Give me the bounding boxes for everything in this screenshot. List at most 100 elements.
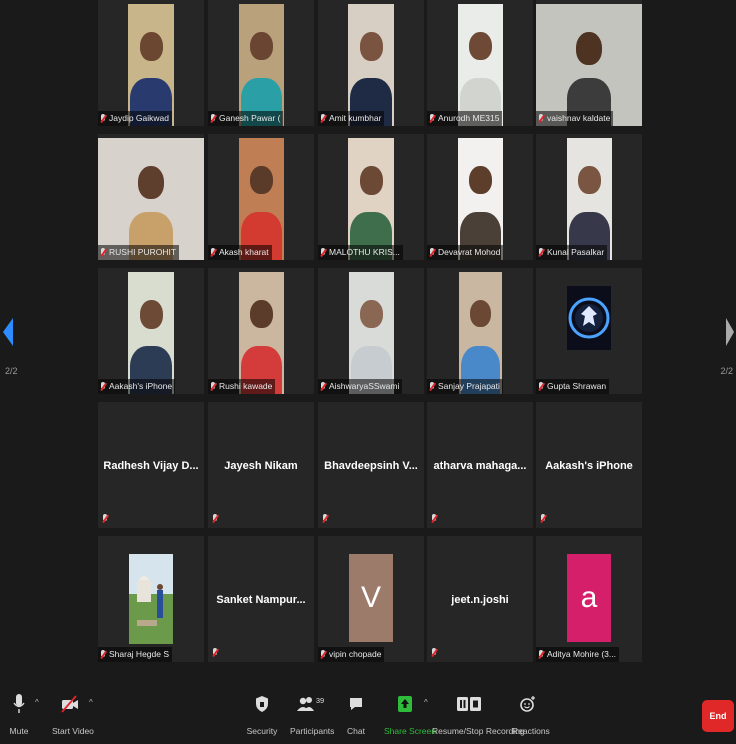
participant-tile[interactable]: Devavrat Mohod [427,134,533,260]
participant-tile[interactable]: a Aditya Mohire (3... [536,536,642,662]
participant-video [98,138,204,260]
muted-microphone-icon [212,648,218,658]
participant-tile[interactable]: Sanket Nampur... [208,536,314,662]
participant-tile[interactable]: Sharaj Hegde S [98,536,204,662]
participant-display-name: Jayesh Nikam [224,460,298,472]
participant-face [359,166,383,195]
muted-microphone-icon [210,113,216,124]
participant-tile[interactable]: Jayesh Nikam [208,402,314,528]
participant-name: Jaydip Gaikwad [109,113,170,123]
start-video-button[interactable]: Start Video [52,692,94,736]
participant-face [469,32,492,61]
participant-tile[interactable]: Jaydip Gaikwad [98,0,204,126]
participant-name-label: MALOTHU KRIS... [318,245,403,260]
muted-microphone-icon [320,649,326,660]
chat-button[interactable]: Chat [344,692,368,736]
participant-tile[interactable]: Kunal Pasalkar [536,134,642,260]
participant-photo [129,554,173,644]
participant-tile[interactable]: Radhesh Vijay D... [98,402,204,528]
participant-name: Akash kharat [219,247,269,257]
audio-options-caret-icon[interactable]: ^ [35,698,39,707]
share-screen-icon [398,696,412,712]
participant-name: vaishnav kaldate [547,113,611,123]
page-indicator-left: 2/2 [5,366,18,376]
participant-display-name: Sanket Nampur... [216,594,306,606]
participant-name-label: Amit kumbhar [318,111,385,126]
participant-face [360,300,383,329]
participant-face [138,166,164,199]
muted-microphone-icon [429,113,435,124]
participant-video [239,4,284,126]
participant-tile[interactable]: RUSHI PUROHIT [98,134,204,260]
participant-video [459,272,502,394]
participant-face [469,300,492,327]
participant-name-label: Kunal Pasalkar [536,245,608,260]
security-button[interactable]: Security [246,692,278,736]
participant-display-name: Aakash's iPhone [545,460,633,472]
participant-tile[interactable]: jeet.n.joshi [427,536,533,662]
participant-video [128,4,174,126]
participant-tile[interactable]: Sanjay Prajapati [427,268,533,394]
participant-name: Kunal Pasalkar [547,247,605,257]
previous-page-arrow-icon[interactable] [3,318,13,346]
participant-name: Sanjay Prajapati [438,381,500,391]
mute-button[interactable]: Mute [4,692,34,736]
participant-display-name: Bhavdeepsinh V... [324,460,418,472]
participant-name: Aakash's iPhone [109,381,173,391]
participant-tile[interactable]: Amit kumbhar [318,0,424,126]
muted-microphone-icon [431,648,437,658]
muted-microphone-icon [540,514,546,524]
participant-tile[interactable]: Gupta Shrawan [536,268,642,394]
muted-microphone-icon [538,649,544,660]
participant-tile[interactable]: Bhavdeepsinh V... [318,402,424,528]
participant-display-name: Radhesh Vijay D... [103,460,199,472]
video-options-caret-icon[interactable]: ^ [89,698,93,707]
participant-name: Rushi kawade [219,381,273,391]
resume-stop-recording-button[interactable]: Resume/Stop Recording [432,692,525,736]
participant-tile[interactable]: atharva mahaga... [427,402,533,528]
participant-name-label: Jaydip Gaikwad [98,111,173,126]
participant-video [239,138,284,260]
participants-button[interactable]: 39 Participants [290,692,334,737]
participant-tile[interactable]: Aakash's iPhone [98,268,204,394]
shield-icon [256,696,268,712]
participant-face [250,166,273,195]
participant-grid: Jaydip Gaikwad Ganesh Pawar ( Amit kumbhar… [98,0,644,666]
participant-tile[interactable]: Vvipin chopade [318,536,424,662]
participant-tile[interactable]: Anurodh ME315 [427,0,533,126]
video-off-icon [61,695,78,713]
microphone-icon [13,694,25,713]
share-screen-button[interactable]: Share Screen [384,692,436,736]
participant-tile[interactable]: Aakash's iPhone [536,402,642,528]
reactions-button[interactable]: Reactions [512,692,550,736]
participant-face [578,166,601,195]
muted-microphone-icon [210,247,216,258]
participant-tile[interactable]: MALOTHU KRIS... [318,134,424,260]
next-page-arrow-icon[interactable] [726,318,734,346]
share-options-caret-icon[interactable]: ^ [424,698,428,707]
participant-tile[interactable]: Ganesh Pawar ( [208,0,314,126]
participant-name-label: AishwaryaSSwami [318,379,403,394]
participant-tile[interactable]: Akash kharat [208,134,314,260]
muted-microphone-icon [320,381,326,392]
muted-microphone-icon [102,514,108,524]
participant-face [469,166,492,195]
participant-video [567,138,612,260]
participant-name-label: RUSHI PUROHIT [98,245,180,260]
participant-video [458,4,503,126]
end-meeting-button[interactable]: End [702,700,734,732]
participant-name-label: Ganesh Pawar ( [208,111,284,126]
participant-tile[interactable]: AishwaryaSSwami [318,268,424,394]
participant-name: RUSHI PUROHIT [109,247,177,257]
participant-name: Amit kumbhar [329,113,382,123]
participant-name-label: Devavrat Mohod [427,245,504,260]
participant-tile[interactable]: vaishnav kaldate [536,0,642,126]
participant-face [250,32,273,61]
muted-microphone-icon [100,649,106,660]
participant-name: Sharaj Hegde S [109,649,170,659]
participant-video [536,4,642,126]
participant-tile[interactable]: Rushi kawade [208,268,314,394]
muted-microphone-icon [210,381,216,392]
muted-microphone-icon [538,381,544,392]
participant-name: Ganesh Pawar ( [219,113,281,123]
